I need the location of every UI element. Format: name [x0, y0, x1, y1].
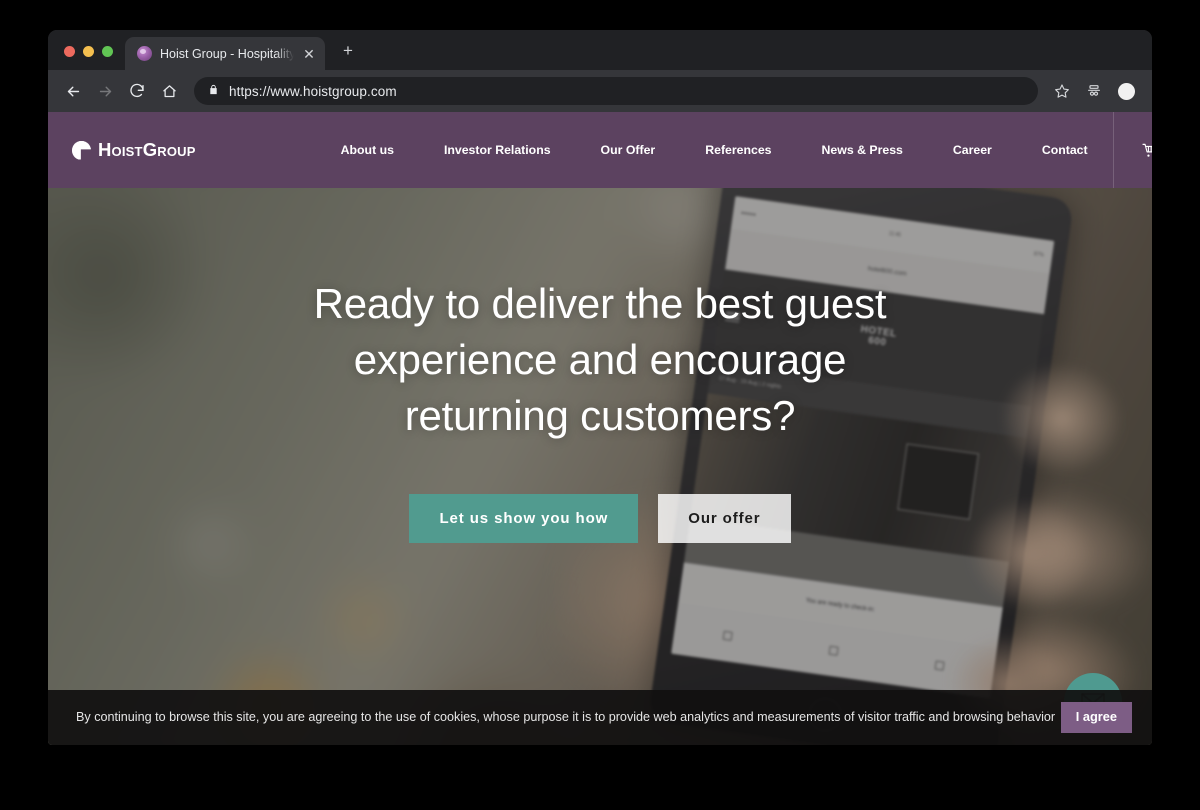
browser-tab-strip: Hoist Group - Hospitality Innov ✕ +: [48, 30, 1152, 70]
home-button[interactable]: [154, 76, 184, 106]
nav-item-career[interactable]: Career: [928, 143, 1017, 157]
cookie-consent-banner: By continuing to browse this site, you a…: [48, 690, 1152, 745]
our-offer-button[interactable]: Our offer: [658, 493, 791, 543]
webshop-link[interactable]: Webshop: [1142, 143, 1152, 158]
hero-content: Ready to deliver the best guest experien…: [48, 188, 1152, 745]
shopping-cart-icon: [1142, 143, 1152, 158]
cookie-banner-text: By continuing to browse this site, you a…: [76, 710, 1056, 725]
address-bar[interactable]: https://www.hoistgroup.com: [194, 77, 1038, 105]
site-logo[interactable]: HoistGroup: [72, 139, 196, 161]
close-tab-icon[interactable]: ✕: [302, 47, 316, 61]
close-window-button[interactable]: [64, 46, 75, 57]
site-navigation-bar: HoistGroup About us Investor Relations O…: [48, 112, 1152, 188]
reload-button[interactable]: [122, 76, 152, 106]
new-tab-button[interactable]: +: [343, 42, 353, 59]
nav-item-about-us[interactable]: About us: [316, 143, 419, 157]
extensions-icon[interactable]: [1082, 79, 1106, 103]
toolbar-actions: [1050, 79, 1138, 103]
hero-cta-group: Let us show you how Our offer: [409, 493, 791, 543]
maximize-window-button[interactable]: [102, 46, 113, 57]
nav-item-our-offer[interactable]: Our Offer: [576, 143, 681, 157]
back-button[interactable]: [58, 76, 88, 106]
hoist-group-favicon: [137, 46, 152, 61]
minimize-window-button[interactable]: [83, 46, 94, 57]
nav-item-investor-relations[interactable]: Investor Relations: [419, 143, 576, 157]
browser-window: Hoist Group - Hospitality Innov ✕ +: [48, 30, 1152, 745]
hoist-logo-mark-icon: [72, 140, 91, 160]
nav-item-news-and-press[interactable]: News & Press: [797, 143, 928, 157]
navbar-utilities: Webshop: [1112, 112, 1152, 188]
nav-item-contact[interactable]: Contact: [1017, 143, 1113, 157]
i-agree-button[interactable]: I agree: [1060, 702, 1132, 733]
site-logo-text: HoistGroup: [98, 139, 196, 160]
lock-icon: [208, 82, 219, 100]
screenshot-stage: Hoist Group - Hospitality Innov ✕ +: [0, 0, 1200, 810]
hero-section: ●●●●● 11:45 87% hotel600.com HOTEL 600 1…: [48, 188, 1152, 745]
star-icon[interactable]: [1050, 79, 1074, 103]
page-viewport: HoistGroup About us Investor Relations O…: [48, 112, 1152, 745]
browser-toolbar: https://www.hoistgroup.com: [48, 70, 1152, 112]
url-text: https://www.hoistgroup.com: [229, 83, 397, 99]
profile-avatar[interactable]: [1114, 79, 1138, 103]
let-us-show-you-how-button[interactable]: Let us show you how: [409, 493, 639, 543]
nav-item-references[interactable]: References: [680, 143, 796, 157]
hero-headline: Ready to deliver the best guest experien…: [313, 280, 887, 439]
browser-tab[interactable]: Hoist Group - Hospitality Innov ✕: [125, 37, 325, 70]
main-menu: About us Investor Relations Our Offer Re…: [316, 143, 1113, 157]
window-controls: [48, 46, 125, 70]
tab-title: Hoist Group - Hospitality Innov: [160, 46, 294, 61]
forward-button[interactable]: [90, 76, 120, 106]
